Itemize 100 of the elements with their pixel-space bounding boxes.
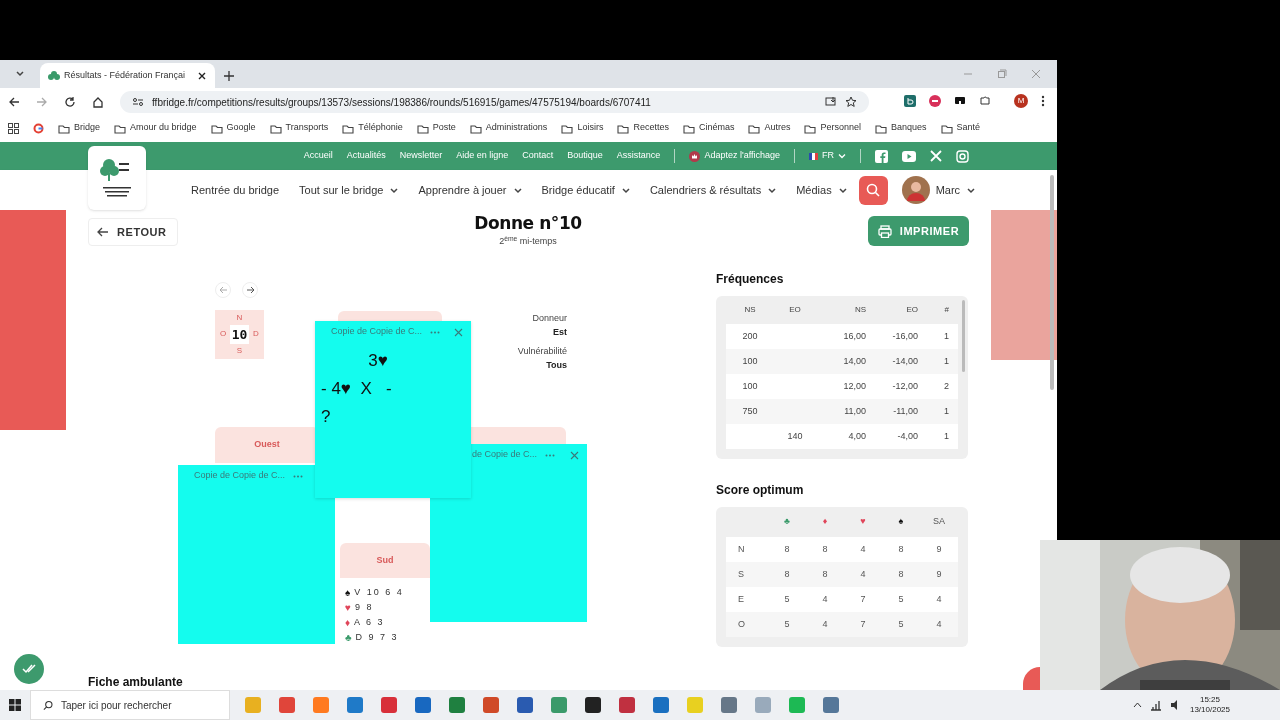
table-cell-text: 1 [943,429,950,443]
restore-icon[interactable] [997,69,1007,79]
facebook-icon[interactable] [875,149,888,163]
user-menu[interactable]: Marc [901,176,976,204]
bookmark[interactable]: Bridge [58,121,100,135]
search-input[interactable]: Taper ici pour rechercher [60,697,217,713]
more-icon[interactable] [293,474,304,478]
table-cell-text: 8 [783,542,791,556]
bookmark[interactable]: Poste [416,121,456,135]
bookmark[interactable]: Loisirs [561,121,604,135]
board-title: Donne n°10 [473,213,583,233]
section-title: Fréquences [716,271,785,288]
home-icon[interactable] [92,96,104,108]
more-icon[interactable] [430,330,441,334]
clock-time: 15:25 [1199,695,1220,705]
bookmark[interactable]: Autres [748,121,791,135]
check-icon [22,663,36,675]
folder-icon [804,122,817,134]
arrow-left-icon [97,227,109,237]
printer-icon [877,224,892,238]
section-title: Score optimum [716,482,805,499]
bookmark[interactable]: Administrations [469,121,548,135]
video-icon[interactable] [902,150,916,162]
bookmark[interactable]: Google [210,121,256,135]
search-button[interactable] [858,175,888,205]
new-tab-icon[interactable] [223,70,235,82]
column-header: ♠ [897,515,905,529]
chat-button[interactable] [1023,667,1040,690]
x-icon[interactable] [930,150,942,162]
column-header: EO [788,304,802,316]
table-cell-text: 9 [935,542,943,556]
tab-list-icon[interactable] [15,69,25,79]
table-cell-text: 5 [783,592,791,606]
nav-item[interactable]: Bridge éducatif [541,181,630,199]
app-icon[interactable] [584,696,602,714]
note-text: ? [321,407,331,427]
suit-symbol: ♥ [345,601,351,615]
adblock-icon[interactable] [929,95,941,107]
bookmark[interactable]: Téléphonie [342,121,403,135]
nav-item[interactable]: Calendriers & résultats [649,181,777,199]
bookmark[interactable]: Amour du bridge [114,121,197,135]
nav-item[interactable]: Tout sur le bridge [299,181,399,199]
note-text: - 4♥ X - [321,379,392,399]
crown-icon [689,150,701,162]
caret-icon [838,152,846,160]
bookmark[interactable]: Banques [875,121,927,135]
column-header: EO [905,304,918,316]
install-app-icon[interactable] [825,96,837,108]
bookmark[interactable]: Cinémas [682,121,735,135]
close-icon[interactable] [197,70,207,81]
more-icon[interactable] [545,453,556,457]
table-cell-text: 7 [859,617,867,631]
star-icon[interactable] [845,96,857,108]
bookmark[interactable]: Recettes [617,121,669,135]
search-field[interactable]: Taper ici pour rechercher [30,690,230,720]
caret-icon [966,185,976,195]
folder-icon [617,122,630,134]
folder-icon [210,122,223,134]
vulnerability-value: Tous [545,359,567,372]
url-text: ffbridge.fr/competitions/results/groups/13573/sessions/198386/rounds/516915/games/47575194/boards/6707411 [152,95,651,110]
table-cell-text: 4 [859,567,867,581]
bookmark[interactable]: Santé [940,121,981,135]
nav-item[interactable]: Apprendre à jouer [418,181,522,199]
menu-icon[interactable] [1041,95,1045,107]
column-header: ♣ [783,515,791,529]
extension-icon[interactable] [954,95,966,107]
forward-icon[interactable] [36,96,48,108]
table-cell-text: 14,00 [842,354,866,368]
dealer-label: Donneur [531,312,567,325]
column-header: # [943,304,950,316]
table-cell-text: 8 [897,567,905,581]
folder-icon [561,122,574,134]
table-cell-text: 8 [821,567,829,581]
address-bar[interactable]: ffbridge.fr/competitions/results/groups/13573/sessions/198386/rounds/516915/games/47575194/boards/6707411 [120,91,869,113]
folder-icon [114,122,126,134]
network-icon[interactable] [1149,699,1162,711]
reload-icon[interactable] [64,96,76,108]
nav-item[interactable]: Médias [796,181,847,199]
table-cell-text: S [737,567,745,581]
camera-icon[interactable] [956,149,969,163]
back-icon[interactable] [8,96,20,108]
folder-icon [940,122,953,134]
compass-label: N [236,312,243,325]
card-list: A 6 3 [354,615,385,630]
board-subtitle: 2$^{ème}$ mi-temps [498,235,558,248]
hand-header: Sud [340,543,430,578]
note-title: Copie de Copie de C... [194,469,286,483]
bookmark[interactable]: Personnel [804,121,861,135]
browser-tab[interactable]: Résultats - Fédération Françai [40,63,215,88]
table-cell-text: 12,00 [842,379,866,393]
search-icon [43,699,53,711]
floating-button[interactable] [14,654,44,684]
folder-icon [875,122,887,134]
table-cell-text: 7 [859,592,867,606]
chevron-up-icon[interactable] [1132,702,1142,708]
back-button[interactable]: RETOUR [88,218,178,246]
bookmark[interactable]: Transports [269,121,329,135]
apps-icon[interactable] [8,122,19,134]
avatar-icon [901,176,930,204]
nav-item[interactable]: Rentrée du bridge [191,181,280,199]
